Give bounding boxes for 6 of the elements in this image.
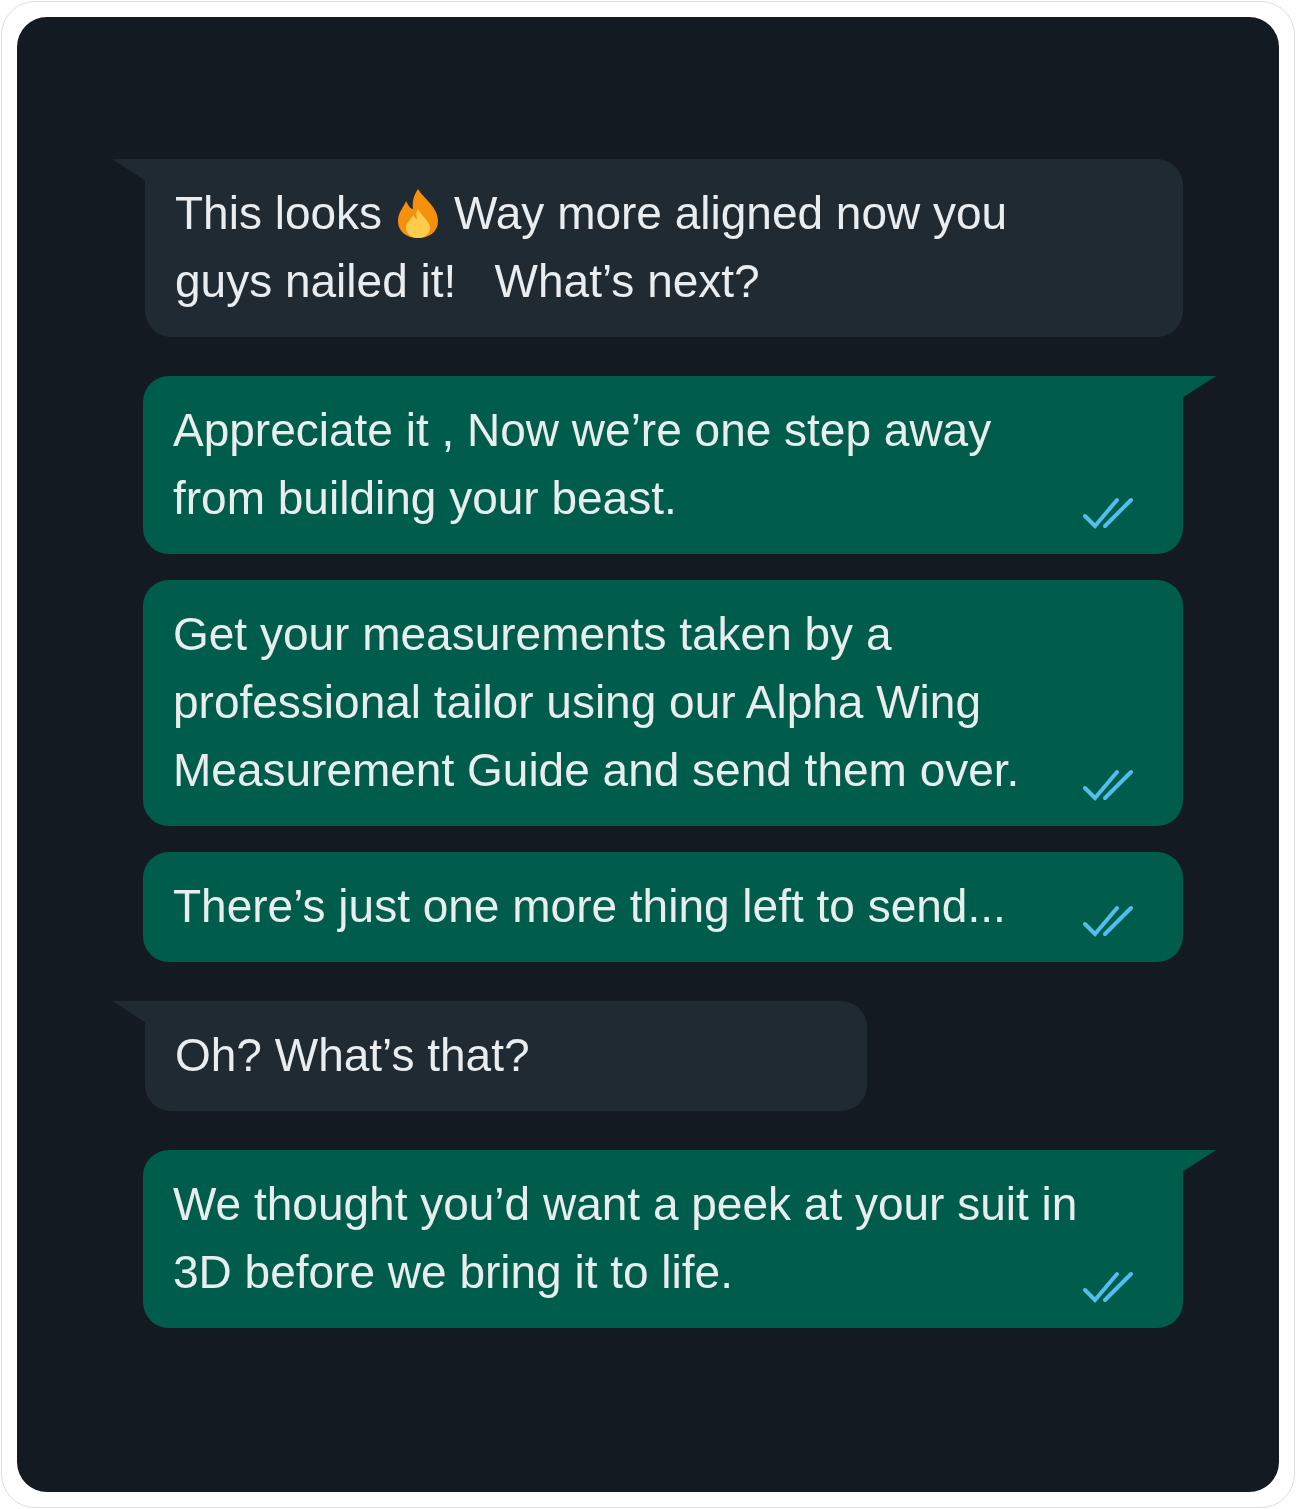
message-text: Appreciate it , Now we’re one step away from building your beast. — [173, 404, 993, 524]
message-text: Oh? What’s that? — [175, 1029, 530, 1081]
message-text: There’s just one more thing left to send... — [173, 880, 1006, 932]
message-text: We thought you’d want a peek at your suit in 3D before we bring it to life. — [173, 1178, 1079, 1298]
message-text: This looks Way more aligned now you guys nailed it! What’s next? — [175, 187, 1009, 307]
message-text: Get your measurements taken by a professional tailor using our Alpha Wing Measurement Guide and send them over. — [173, 608, 1020, 796]
